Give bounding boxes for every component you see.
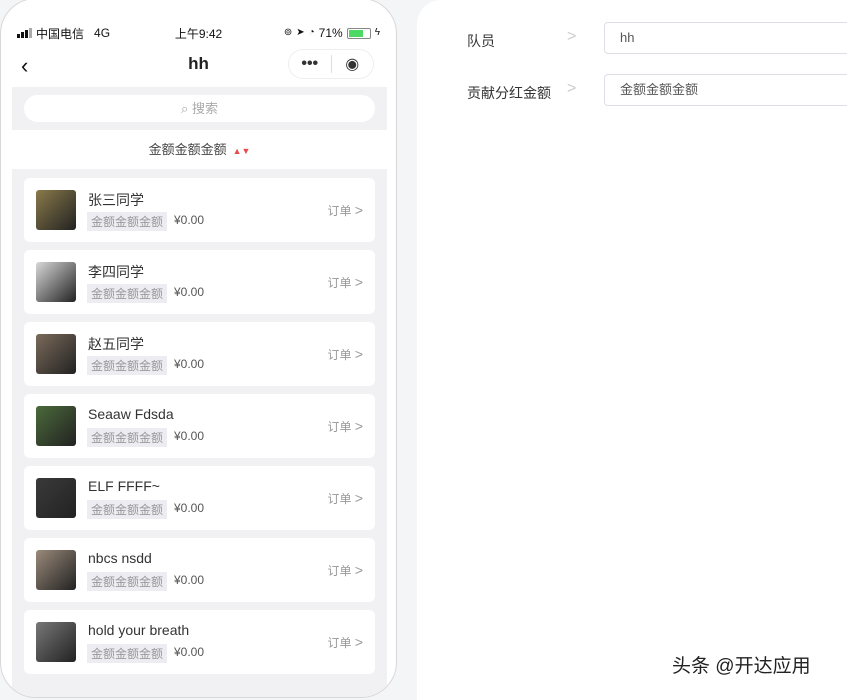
signal-icon [17,28,32,38]
amount-tag: 金额金额金额 [87,212,167,231]
phone-preview: 中国电信 4G 上午9:42 ⊚ ➤ ◔ 71% ϟ ‹ hh ••• ◉ ⌕ … [0,0,397,698]
amount-tag: 金额金额金额 [87,500,167,519]
member-row: 队员 > hh [417,22,847,54]
form-panel: 队员 > hh 贡献分红金额 > 金额金额金额 [417,0,847,700]
location-icon: ➤ [296,27,304,39]
sort-arrows-icon: ▲▼ [233,146,251,156]
clock: 上午9:42 [175,25,222,42]
member-card[interactable]: 赵五同学 金额金额金额 ¥0.00 订单 > [24,322,375,386]
member-card[interactable]: 张三同学 金额金额金额 ¥0.00 订单 > [24,178,375,242]
avatar [36,622,76,662]
chevron-right-icon: > [355,490,363,506]
avatar [36,550,76,590]
order-link[interactable]: 订单 > [327,346,363,363]
member-name: ELF FFFF~ [88,478,160,494]
member-name: hold your breath [88,622,189,638]
amount-row: 贡献分红金额 > 金额金额金额 [417,74,847,106]
rotation-lock-icon: ⊚ [284,27,292,39]
order-label: 订单 [327,420,351,434]
member-name: nbcs nsdd [88,550,152,566]
member-name: 赵五同学 [88,334,144,354]
more-icon[interactable]: ••• [289,55,331,73]
network: 4G [94,26,110,40]
member-field[interactable]: hh [604,22,847,54]
battery-percent: 71% [319,26,343,40]
order-link[interactable]: 订单 > [327,490,363,507]
order-label: 订单 [327,492,351,506]
chevron-right-icon: > [567,80,576,98]
search-icon: ⌕ [181,101,192,116]
alarm-icon: ◔ [309,27,315,39]
search-input[interactable]: ⌕ 搜索 [24,95,375,122]
avatar [36,190,76,230]
amount-label: 贡献分红金额 [467,83,551,103]
chevron-right-icon: > [355,418,363,434]
order-label: 订单 [327,564,351,578]
battery-icon [347,28,371,39]
watermark: 头条 @开达应用 [672,651,811,678]
status-bar: 中国电信 4G 上午9:42 ⊚ ➤ ◔ 71% ϟ [17,25,380,41]
amount-tag: 金额金额金额 [87,356,167,375]
order-link[interactable]: 订单 > [327,202,363,219]
chevron-right-icon: > [567,28,576,46]
amount-tag: 金额金额金额 [87,572,167,591]
sort-label: 金额金额金额 [149,142,227,157]
amount-value: ¥0.00 [174,501,204,515]
amount-tag: 金额金额金额 [87,644,167,663]
search-bar: ⌕ 搜索 [12,87,387,130]
amount-value: ¥0.00 [174,573,204,587]
charging-icon: ϟ [375,27,380,39]
sort-toggle[interactable]: 金额金额金额 ▲▼ [12,139,387,158]
chevron-right-icon: > [355,562,363,578]
amount-tag: 金额金额金额 [87,284,167,303]
chevron-right-icon: > [355,346,363,362]
chevron-right-icon: > [355,634,363,650]
member-card[interactable]: ELF FFFF~ 金额金额金额 ¥0.00 订单 > [24,466,375,530]
member-label: 队员 [467,31,495,51]
member-name: 李四同学 [88,262,144,282]
member-card[interactable]: 李四同学 金额金额金额 ¥0.00 订单 > [24,250,375,314]
order-label: 订单 [327,204,351,218]
amount-value: ¥0.00 [174,645,204,659]
amount-tag: 金额金额金额 [87,428,167,447]
avatar [36,406,76,446]
avatar [36,478,76,518]
order-link[interactable]: 订单 > [327,562,363,579]
avatar [36,334,76,374]
close-record-icon[interactable]: ◉ [332,54,374,74]
order-label: 订单 [327,636,351,650]
order-link[interactable]: 订单 > [327,418,363,435]
chevron-right-icon: > [355,202,363,218]
order-link[interactable]: 订单 > [327,634,363,651]
amount-field[interactable]: 金额金额金额 [604,74,847,106]
amount-value: ¥0.00 [174,213,204,227]
member-card[interactable]: Seaaw Fdsda 金额金额金额 ¥0.00 订单 > [24,394,375,458]
amount-value: ¥0.00 [174,429,204,443]
chevron-right-icon: > [355,274,363,290]
member-name: 张三同学 [88,190,144,210]
order-link[interactable]: 订单 > [327,274,363,291]
avatar [36,262,76,302]
nav-bar: ‹ hh ••• ◉ [1,47,396,81]
order-label: 订单 [327,348,351,362]
amount-value: ¥0.00 [174,357,204,371]
search-placeholder: 搜索 [192,101,218,116]
member-name: Seaaw Fdsda [88,406,174,422]
member-card[interactable]: nbcs nsdd 金额金额金额 ¥0.00 订单 > [24,538,375,602]
order-label: 订单 [327,276,351,290]
member-card[interactable]: hold your breath 金额金额金额 ¥0.00 订单 > [24,610,375,674]
capsule-menu: ••• ◉ [288,49,374,79]
amount-value: ¥0.00 [174,285,204,299]
carrier: 中国电信 [36,25,84,42]
member-list: 张三同学 金额金额金额 ¥0.00 订单 > 李四同学 金额金额金额 ¥0.00… [12,169,387,698]
